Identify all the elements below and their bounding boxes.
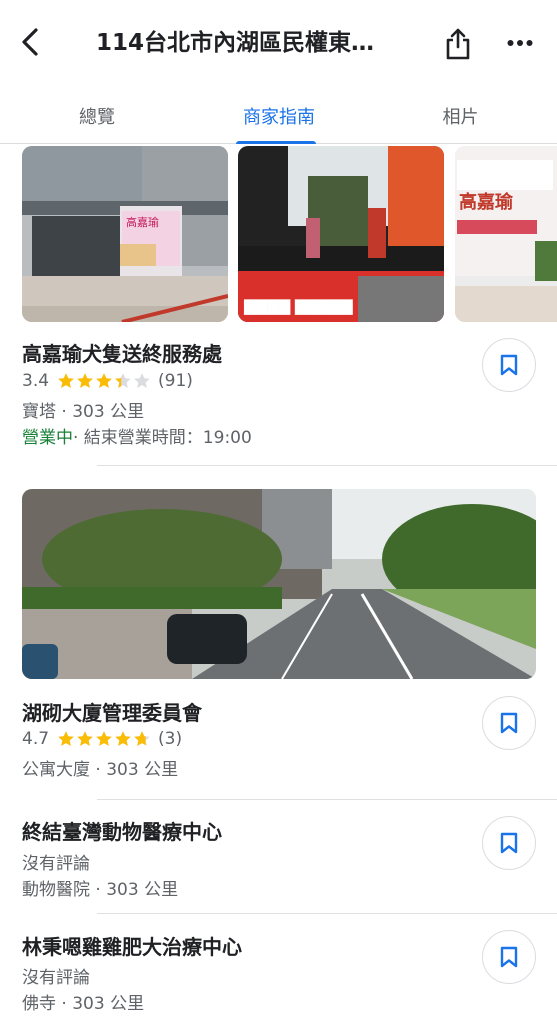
place-name[interactable]: 終結臺灣動物醫療中心: [22, 816, 222, 845]
star-icon: [115, 731, 131, 746]
closing-time: · 結束營業時間：19:00: [73, 428, 252, 448]
divider: [97, 465, 557, 466]
star-icon: [58, 373, 74, 388]
tab-overview[interactable]: 總覽: [0, 88, 194, 144]
category-distance: 動物醫院 · 303 公里: [22, 880, 179, 900]
star-icon: [58, 731, 74, 746]
star-icon: [96, 373, 112, 388]
bookmark-icon: [500, 832, 518, 854]
star-icon: [77, 373, 93, 388]
divider: [97, 913, 557, 914]
street-photo-image: [22, 489, 536, 679]
photo-banner-text: ▇▇▇▇ ▇▇▇▇▇: [243, 297, 353, 315]
save-button[interactable]: [482, 930, 536, 984]
star-icon: [96, 731, 112, 746]
star-icon: [77, 731, 93, 746]
bookmark-icon: [500, 354, 518, 376]
sign-photo-image: 高嘉瑜: [455, 146, 557, 322]
save-button[interactable]: [482, 696, 536, 750]
star-icon: [134, 731, 150, 746]
tab-label: 相片: [442, 107, 479, 128]
share-button[interactable]: [440, 24, 476, 64]
save-button[interactable]: [482, 338, 536, 392]
category-distance: 佛寺 · 303 公里: [22, 994, 145, 1014]
share-icon: [446, 28, 470, 60]
category-distance: 公寓大廈 · 303 公里: [22, 760, 179, 780]
place-photo-office[interactable]: 高嘉瑜: [22, 146, 228, 322]
active-tab-indicator: [236, 141, 316, 144]
more-horiz-icon: [507, 40, 533, 46]
tab-photos[interactable]: 相片: [364, 88, 557, 144]
place-name[interactable]: 湖砌大廈管理委員會: [22, 697, 202, 726]
rating-value: 4.7: [22, 729, 50, 749]
star-icon: [115, 373, 131, 388]
category-distance: 寶塔 · 303 公里: [22, 402, 145, 422]
place-name[interactable]: 林秉嗯雞雞肥大治療中心: [22, 931, 242, 960]
top-app-bar: 114台北市內湖區民權東…: [0, 0, 557, 88]
rating-stars: [57, 372, 152, 390]
bookmark-icon: [500, 946, 518, 968]
rating-value: 3.4: [22, 371, 50, 391]
no-reviews: 沒有評論: [22, 854, 90, 874]
open-status: 營業中: [22, 428, 73, 448]
divider: [97, 799, 557, 800]
place-photo-street[interactable]: [22, 489, 536, 679]
building-photo-image: 高嘉瑜: [22, 146, 228, 322]
save-button[interactable]: [482, 816, 536, 870]
bookmark-icon: [500, 712, 518, 734]
tab-label: 總覽: [79, 107, 115, 128]
rating-row: 3.4 (91): [22, 371, 193, 391]
page-title: 114台北市內湖區民權東…: [96, 30, 375, 56]
photo-sign-text: 高嘉瑜: [459, 191, 514, 213]
place-photo-stage[interactable]: ▇▇▇▇ ▇▇▇▇▇: [238, 146, 444, 322]
no-reviews: 沒有評論: [22, 968, 90, 988]
back-button[interactable]: [12, 24, 48, 60]
review-count: (91): [158, 371, 193, 391]
tab-label: 商家指南: [243, 107, 315, 128]
star-icon: [134, 373, 150, 388]
place-name[interactable]: 高嘉瑜犬隻送終服務處: [22, 338, 222, 367]
photo-sign-text: 高嘉瑜: [126, 215, 159, 229]
back-arrow-icon: [22, 28, 38, 56]
opening-status: 營業中 · 結束營業時間：19:00: [22, 423, 252, 448]
tab-directory[interactable]: 商家指南: [182, 88, 376, 144]
rating-row: 4.7 (3): [22, 729, 182, 749]
more-options-button[interactable]: [502, 26, 538, 60]
stage-photo-image: ▇▇▇▇ ▇▇▇▇▇: [238, 146, 444, 322]
rating-stars: [57, 730, 152, 748]
place-photo-sign[interactable]: 高嘉瑜: [455, 146, 557, 322]
tab-bar: 總覽 商家指南 相片: [0, 88, 557, 144]
review-count: (3): [158, 729, 183, 749]
